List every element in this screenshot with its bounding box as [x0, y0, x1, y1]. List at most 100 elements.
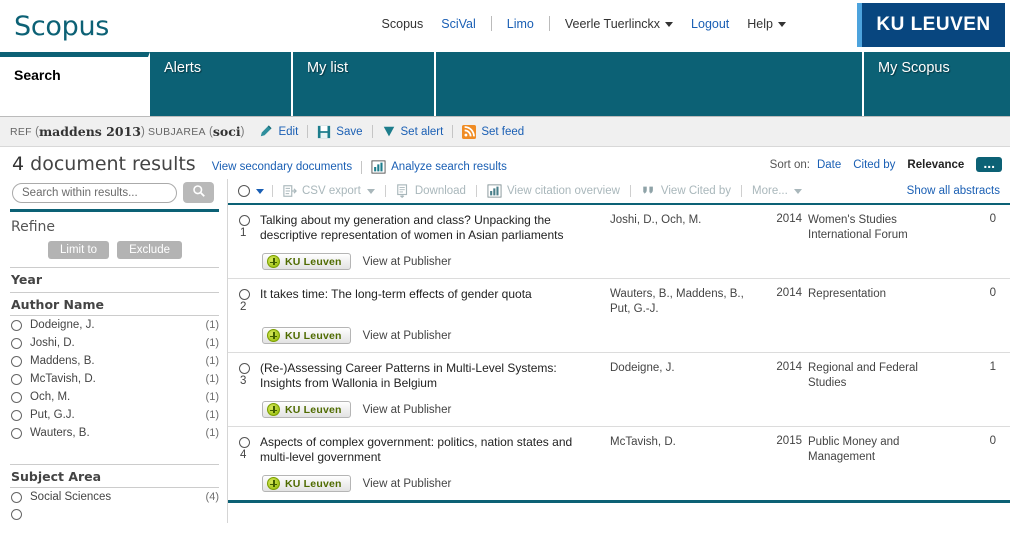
- result-title[interactable]: Talking about my generation and class? U…: [260, 213, 610, 243]
- facet-item[interactable]: Joshi, D. (1): [10, 334, 219, 352]
- result-cited-by-count[interactable]: 0: [933, 287, 1010, 299]
- query-breadcrumb-bar: REF ( maddens 2013 ) SUBJAREA ( soci ) E…: [0, 117, 1010, 147]
- limit-to-button[interactable]: Limit to: [48, 241, 110, 259]
- facet-item[interactable]: Social Sciences (4): [10, 488, 219, 506]
- checkbox-icon[interactable]: [11, 355, 22, 367]
- tab-my-list[interactable]: My list: [293, 52, 436, 116]
- result-source[interactable]: Representation: [808, 287, 933, 302]
- result-source[interactable]: Regional and Federal Studies: [808, 361, 933, 391]
- view-citation-overview-button[interactable]: View citation overview: [487, 184, 620, 198]
- checkbox-icon[interactable]: [239, 437, 250, 448]
- facet-item[interactable]: Maddens, B. (1): [10, 352, 219, 370]
- ku-leuven-logo[interactable]: KU LEUVEN: [857, 3, 1005, 47]
- ku-leuven-fulltext-button[interactable]: KU Leuven: [262, 327, 351, 344]
- result-source[interactable]: Public Money and Management: [808, 435, 933, 465]
- view-cited-by-label: View Cited by: [660, 185, 732, 197]
- tab-search[interactable]: Search: [0, 52, 150, 116]
- facet-item[interactable]: Put, G.J. (1): [10, 406, 219, 424]
- sort-by-cited-by[interactable]: Cited by: [853, 159, 895, 171]
- search-within-results-button[interactable]: [183, 182, 214, 203]
- edit-query-button[interactable]: Edit: [258, 124, 298, 139]
- chevron-down-icon: [793, 188, 802, 194]
- ku-leuven-fulltext-button[interactable]: KU Leuven: [262, 253, 351, 270]
- facet-item[interactable]: McTavish, D. (1): [10, 370, 219, 388]
- exclude-button[interactable]: Exclude: [117, 241, 182, 259]
- view-at-publisher-link[interactable]: View at Publisher: [363, 404, 452, 416]
- user-menu[interactable]: Veerle Tuerlinckx: [556, 17, 682, 31]
- checkbox-icon[interactable]: [11, 391, 22, 403]
- ku-leuven-fulltext-button[interactable]: KU Leuven: [262, 401, 351, 418]
- result-authors[interactable]: Joshi, D., Och, M.: [610, 213, 770, 228]
- chevron-down-icon: [665, 21, 674, 27]
- nav-limo[interactable]: Limo: [498, 17, 543, 31]
- more-options-button[interactable]: More...: [752, 185, 802, 197]
- download-button[interactable]: Download: [396, 184, 466, 198]
- scopus-logo[interactable]: Scopus: [14, 11, 109, 42]
- action-divider-1: [307, 125, 309, 138]
- result-cited-by-count[interactable]: 1: [933, 361, 1010, 373]
- result-body: It takes time: The long-term effects of …: [260, 287, 1010, 352]
- checkbox-icon[interactable]: [11, 509, 22, 520]
- search-within-results-input[interactable]: [12, 182, 177, 203]
- facet-header-year[interactable]: Year: [10, 267, 219, 290]
- facet-header-subject-area[interactable]: Subject Area: [10, 464, 219, 488]
- facet-item[interactable]: Och, M. (1): [10, 388, 219, 406]
- checkbox-icon[interactable]: [239, 363, 250, 374]
- refine-sidebar: Refine Limit to Exclude Year Author Name…: [0, 179, 227, 523]
- result-row: 2 It takes time: The long-term effects o…: [228, 279, 1010, 353]
- view-at-publisher-link[interactable]: View at Publisher: [363, 478, 452, 490]
- checkbox-icon[interactable]: [239, 215, 250, 226]
- result-count-label: document results: [30, 153, 196, 175]
- result-title[interactable]: It takes time: The long-term effects of …: [260, 287, 610, 302]
- result-cited-by-count[interactable]: 0: [933, 213, 1010, 225]
- toolbar-divider: [475, 185, 477, 197]
- show-all-abstracts-link[interactable]: Show all abstracts: [907, 185, 1000, 197]
- facet-count: (1): [205, 319, 219, 331]
- checkbox-icon[interactable]: [11, 491, 22, 503]
- main-tab-bar: Search Alerts My list My Scopus: [0, 52, 1010, 117]
- facet-item[interactable]: Wauters, B. (1): [10, 424, 219, 442]
- facet-item[interactable]: [10, 506, 219, 523]
- logout-link[interactable]: Logout: [682, 17, 738, 31]
- nav-scival[interactable]: SciVal: [432, 17, 485, 31]
- result-title[interactable]: (Re-)Assessing Career Patterns in Multi-…: [260, 361, 610, 391]
- result-authors[interactable]: Dodeigne, J.: [610, 361, 770, 376]
- facet-count: (1): [205, 373, 219, 385]
- sort-by-date[interactable]: Date: [817, 159, 841, 171]
- checkbox-icon[interactable]: [11, 337, 22, 349]
- sort-by-relevance[interactable]: Relevance: [907, 159, 964, 171]
- csv-export-button[interactable]: CSV export: [283, 184, 375, 198]
- ku-leuven-label: KU Leuven: [285, 329, 342, 342]
- result-source[interactable]: Women's Studies International Forum: [808, 213, 933, 243]
- checkbox-icon[interactable]: [11, 319, 22, 331]
- select-all-checkbox[interactable]: [238, 185, 250, 197]
- help-menu[interactable]: Help: [738, 17, 795, 31]
- set-feed-button[interactable]: Set feed: [462, 124, 524, 139]
- result-authors[interactable]: McTavish, D.: [610, 435, 770, 450]
- nav-scopus[interactable]: Scopus: [373, 17, 433, 31]
- nav-divider-2: [548, 16, 550, 31]
- ku-leuven-fulltext-button[interactable]: KU Leuven: [262, 475, 351, 492]
- bar-chart-icon: [487, 184, 502, 198]
- view-secondary-documents-link[interactable]: View secondary documents: [212, 161, 352, 173]
- query-ref-value: maddens 2013: [38, 124, 141, 139]
- save-query-button[interactable]: Save: [317, 125, 363, 139]
- result-title[interactable]: Aspects of complex government: politics,…: [260, 435, 610, 465]
- result-authors[interactable]: Wauters, B., Maddens, B., Put, G.-J.: [610, 287, 770, 317]
- analyze-search-results-link[interactable]: Analyze search results: [391, 161, 507, 173]
- set-alert-button[interactable]: Set alert: [382, 125, 443, 139]
- facet-header-author-name[interactable]: Author Name: [10, 292, 219, 316]
- result-cited-by-count[interactable]: 0: [933, 435, 1010, 447]
- more-sort-options-button[interactable]: ...: [976, 156, 1002, 172]
- facet-item[interactable]: Dodeigne, J. (1): [10, 316, 219, 334]
- checkbox-icon[interactable]: [11, 427, 22, 439]
- tab-alerts[interactable]: Alerts: [150, 52, 293, 116]
- checkbox-icon[interactable]: [11, 373, 22, 385]
- checkbox-icon[interactable]: [239, 289, 250, 300]
- chevron-down-icon[interactable]: [256, 188, 264, 194]
- view-cited-by-button[interactable]: View Cited by: [641, 184, 731, 198]
- checkbox-icon[interactable]: [11, 409, 22, 421]
- tab-my-scopus[interactable]: My Scopus: [864, 52, 1010, 116]
- view-at-publisher-link[interactable]: View at Publisher: [363, 330, 452, 342]
- view-at-publisher-link[interactable]: View at Publisher: [363, 256, 452, 268]
